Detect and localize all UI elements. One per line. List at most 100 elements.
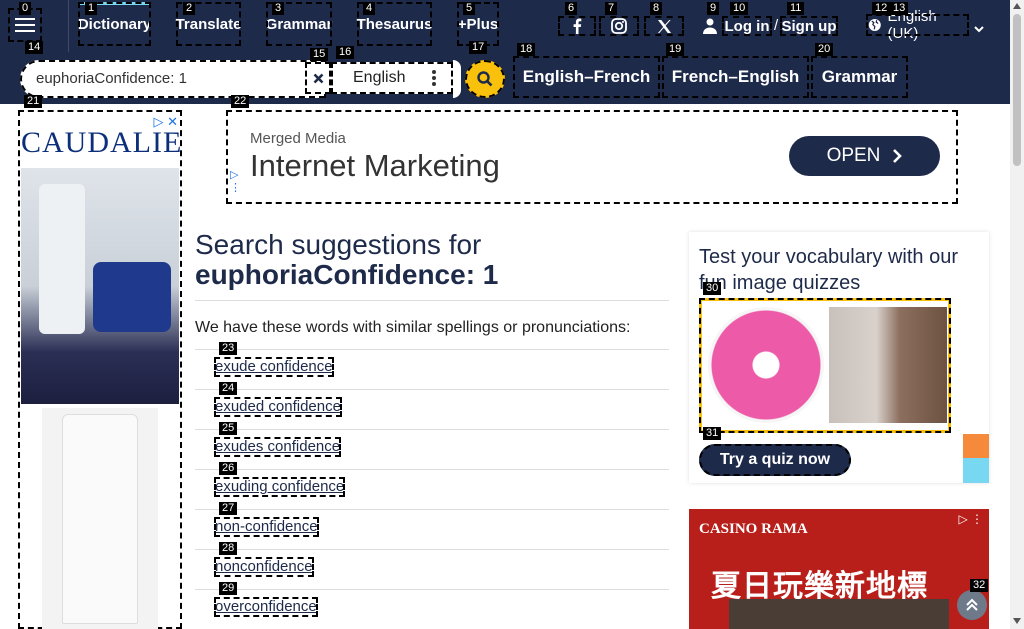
ad-headline: Internet Marketing: [250, 148, 500, 183]
dictionary-select[interactable]: English: [331, 62, 453, 94]
signup-link[interactable]: Sign up: [780, 16, 838, 36]
badge: 32: [970, 579, 989, 592]
x-icon: [657, 19, 671, 33]
menu-icon: [15, 18, 35, 20]
badge: 24: [219, 382, 238, 395]
login-link[interactable]: Log in: [722, 16, 772, 36]
badge: 9: [707, 2, 720, 15]
search-icon: [477, 71, 493, 87]
more-vertical-icon: [432, 70, 436, 86]
main-content: Search suggestions for euphoriaConfidenc…: [195, 230, 669, 629]
badge: 29: [219, 582, 238, 595]
badge: 26: [219, 462, 238, 475]
search-bar: euphoriaConfidence: 1 English English–Fr…: [0, 52, 1010, 104]
list-item: exudes confidence: [195, 429, 669, 469]
grammar-link[interactable]: Grammar: [811, 56, 908, 98]
badge: 13: [890, 2, 909, 15]
globe-icon: [868, 19, 881, 31]
suggestion-link[interactable]: exuding confidence: [214, 477, 346, 497]
page-title: Search suggestions for: [195, 229, 482, 260]
badge: 20: [815, 43, 834, 56]
ad-building-image: [729, 599, 949, 629]
english-french-link[interactable]: English–French: [513, 56, 660, 98]
left-advertisement[interactable]: ▷ ✕ CAUDALIE: [18, 110, 182, 629]
chevron-right-icon: [893, 149, 903, 163]
clear-search-button[interactable]: [305, 62, 331, 94]
scroll-down-icon: [1013, 618, 1021, 624]
badge: 19: [666, 43, 685, 56]
side-tab-orange[interactable]: [963, 434, 989, 458]
donut-image: [708, 307, 824, 423]
suggestion-link[interactable]: exudes confidence: [214, 437, 342, 457]
suggestion-link[interactable]: overconfidence: [214, 597, 318, 617]
quiz-title: Test your vocabulary with our fun image …: [699, 246, 959, 294]
list-item: exuded confidence: [195, 389, 669, 429]
scroll-up-icon: [1013, 3, 1021, 9]
badge: 22: [231, 95, 250, 108]
instagram-icon: [611, 18, 627, 34]
user-icon: [703, 18, 717, 34]
list-item: non-confidence: [195, 509, 669, 549]
badge: 16: [336, 46, 355, 59]
quiz-promo: Test your vocabulary with our fun image …: [689, 232, 989, 483]
ad-logo: CASINO RAMA: [699, 521, 808, 537]
suggestion-link[interactable]: exude confidence: [214, 357, 334, 377]
badge: 0: [19, 2, 32, 15]
facebook-icon: [573, 18, 582, 34]
chevron-down-icon: [974, 20, 984, 38]
badge: 28: [219, 542, 238, 555]
badge: 27: [219, 502, 238, 515]
list-item: exude confidence: [195, 349, 669, 389]
instagram-link[interactable]: [599, 16, 639, 36]
badge: 21: [24, 95, 43, 108]
search-input[interactable]: euphoriaConfidence: 1: [20, 60, 326, 98]
milkshake-image: [829, 307, 947, 423]
ad-open-label: OPEN: [826, 145, 881, 166]
badge: 14: [25, 41, 44, 54]
close-icon: [313, 73, 323, 83]
x-link[interactable]: [644, 16, 684, 36]
badge: 2: [183, 2, 196, 15]
badge: 5: [463, 2, 476, 15]
ad-product-image: [21, 168, 179, 404]
top-advertisement[interactable]: Merged Media Internet Marketing OPEN ▷ ⋮: [226, 110, 958, 204]
badge: 10: [730, 2, 749, 15]
quiz-image[interactable]: [699, 298, 951, 433]
badge: 6: [565, 2, 578, 15]
bottom-advertisement[interactable]: ▷ ⋮ CASINO RAMA 夏日玩樂新地標: [689, 509, 989, 629]
badge: 30: [703, 282, 722, 295]
login-separator: /: [774, 17, 779, 34]
badge: 18: [517, 43, 536, 56]
try-quiz-button[interactable]: Try a quiz now: [699, 444, 851, 476]
badge: 15: [310, 48, 329, 61]
facebook-link[interactable]: [558, 16, 596, 36]
ad-brand: CAUDALIE: [21, 126, 183, 159]
list-item: overconfidence: [195, 589, 669, 629]
scroll-to-top-button[interactable]: [957, 590, 987, 620]
ad-open-button[interactable]: OPEN: [789, 136, 940, 176]
badge: 11: [787, 2, 805, 15]
ad-product-image-2: [42, 408, 158, 629]
side-tab-blue[interactable]: [963, 458, 989, 483]
suggestion-link[interactable]: nonconfidence: [214, 557, 314, 577]
badge: 17: [469, 41, 488, 54]
dictionary-select-label: English: [353, 69, 406, 86]
search-button[interactable]: [465, 60, 505, 98]
page-title-query: euphoriaConfidence: 1: [195, 259, 499, 290]
badge: 12: [872, 2, 891, 15]
suggestion-link[interactable]: non-confidence: [214, 517, 319, 537]
ad-choices-icon[interactable]: ▷ ⋮: [958, 512, 983, 526]
suggestion-link[interactable]: exuded confidence: [214, 397, 342, 417]
scrollbar[interactable]: [1010, 0, 1024, 629]
language-selector[interactable]: English (UK): [866, 8, 969, 42]
list-item: nonconfidence: [195, 549, 669, 589]
scrollbar-thumb[interactable]: [1013, 14, 1021, 166]
badge: 7: [605, 2, 618, 15]
badge: 1: [85, 2, 98, 15]
top-nav: Dictionary Translate Grammar Thesaurus +…: [0, 0, 1010, 52]
ad-choices-icon[interactable]: ▷ ⋮: [230, 168, 241, 194]
ad-advertiser: Merged Media: [250, 130, 346, 147]
french-english-link[interactable]: French–English: [662, 56, 809, 98]
badge: 25: [219, 422, 238, 435]
arrow-up-icon: [966, 598, 978, 611]
